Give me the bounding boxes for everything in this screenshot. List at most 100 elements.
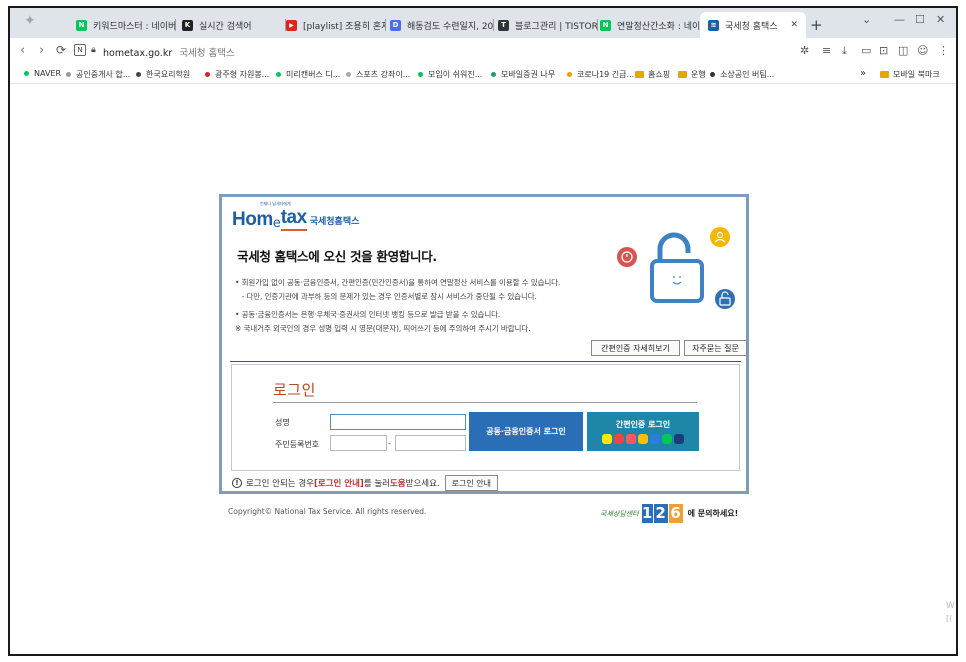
faq-button[interactable]: 자주묻는 질문 — [684, 340, 747, 356]
bookmark-item[interactable]: 코로나19 긴급... — [567, 69, 634, 80]
simple-auth-login-button[interactable]: 간편인증 로그인 — [587, 412, 699, 451]
screenshot-icon[interactable]: ⊡ — [879, 44, 888, 57]
reload-icon[interactable]: ⟳ — [56, 43, 66, 57]
tab-label: 실시간 검색어 — [199, 21, 252, 32]
sidebar-icon[interactable]: ◫ — [898, 44, 908, 57]
bookmark-favicon-icon — [66, 72, 71, 77]
bookmark-item[interactable]: 홈쇼핑 — [635, 69, 670, 80]
tab-hometax-active[interactable]: ≋ 국세청 홈택스 ✕ — [700, 12, 806, 38]
browser-window: ✦ N 키워드마스터 : 네이버 K 실시간 검색어 ▶ [playlist] … — [8, 6, 958, 656]
tab-label: 연말정산간소화 : 네이버 — [617, 21, 700, 32]
bookmark-favicon-icon — [418, 72, 423, 77]
name-input[interactable] — [330, 414, 466, 430]
bookmark-label: 공인중개사 합... — [76, 70, 131, 79]
cert-login-label: 공동·금융인증서 로그인 — [486, 427, 566, 436]
bookmark-label: 모바일증권 나무 — [501, 70, 556, 79]
watermark-w: W — [946, 601, 955, 611]
rrn-front-input[interactable] — [330, 435, 387, 451]
bookmark-item[interactable]: 공인중개사 합... — [66, 69, 130, 80]
payco-icon — [626, 434, 636, 444]
naver-home-icon[interactable]: N — [74, 44, 86, 56]
welcome-heading: 국세청 홈택스에 오신 것을 환영합니다. — [237, 249, 437, 264]
lock-icon: 🔒︎ — [91, 45, 96, 55]
simple-auth-detail-button[interactable]: 간편인증 자세히보기 — [591, 340, 680, 356]
bookmark-label: 코로나19 긴급... — [577, 70, 635, 79]
bookmark-item[interactable]: 한국요리학원 — [136, 69, 190, 80]
doc-icon: D — [390, 19, 401, 31]
section-divider — [230, 361, 741, 362]
notice-line-2: - 다만, 인증기관에 과부하 등의 문제가 있는 경우 인증서별로 잠시 서비… — [237, 292, 537, 301]
notice-line-1: • 회원가입 없이 공동·금융인증서, 간편인증(민간인증서)을 통하여 연말정… — [235, 278, 561, 287]
bookmark-label: 소상공인 버팀... — [720, 70, 775, 79]
menu-icon[interactable]: ⋮ — [938, 44, 949, 57]
bookmark-favicon-icon — [205, 72, 210, 77]
tab-label: 키워드마스터 : 네이버 — [93, 21, 176, 32]
unlock-illustration-icon — [617, 227, 735, 309]
address-bar: ‹ › ⟳ N 🔒︎ hometax.go.kr 국세청 홈택스 ✲ ≡ ⤓ ▭… — [10, 38, 956, 64]
help-highlight-help: 도움 — [389, 479, 406, 489]
hometax-logo[interactable]: 언제나 납세자에게 Hom e tax 국세청홈택스 — [232, 201, 359, 231]
close-tab-icon[interactable]: ✕ — [790, 20, 798, 30]
logo-e: e — [272, 216, 281, 231]
bookmark-favicon-icon — [24, 71, 29, 76]
login-title: 로그인 — [273, 381, 316, 399]
tab-label: 해동검도 수련일지, 202 — [407, 21, 494, 32]
naver-auth-icon — [662, 434, 672, 444]
login-guide-button[interactable]: 로그인 안내 — [444, 475, 498, 491]
tab-6[interactable]: N 연말정산간소화 : 네이버 — [600, 14, 700, 36]
reading-list-icon[interactable]: ≡ — [822, 44, 831, 57]
url-field[interactable]: hometax.go.kr 국세청 홈택스 — [103, 45, 235, 59]
logo-tagline: 언제나 납세자에게 — [260, 201, 291, 206]
help-middle: 를 눌러 — [363, 479, 390, 489]
cert-login-button[interactable]: 공동·금융인증서 로그인 — [469, 412, 583, 451]
pass-icon — [614, 434, 624, 444]
bookmarks-bar: » 모바일 북마크 NAVER 공인중개사 합... 한국요리학원 광주형 자원봉..… — [10, 64, 956, 84]
bookmark-label: 모임이 쉬워진... — [428, 70, 483, 79]
bookmark-item[interactable]: 미리캔버스 디... — [276, 69, 340, 80]
tab-4[interactable]: D 해동검도 수련일지, 202 — [390, 14, 494, 36]
tab-1[interactable]: N 키워드마스터 : 네이버 — [76, 14, 176, 36]
logo-tax: tax — [280, 207, 307, 231]
bookmark-item[interactable]: 모바일증권 나무 — [491, 69, 555, 80]
maximize-button[interactable]: ☐ — [915, 13, 925, 26]
rrn-label: 주민등록번호 — [275, 440, 320, 449]
alert-circle-icon: ! — [232, 478, 242, 488]
bookmark-item[interactable]: 모임이 쉬워진... — [418, 69, 482, 80]
bookmarks-more-icon[interactable]: » — [860, 68, 866, 79]
copyright-text: Copyright© National Tax Service. All rig… — [228, 507, 427, 516]
shinhan-icon — [650, 434, 660, 444]
tab-search-icon[interactable]: ⌄ — [862, 13, 871, 26]
tab-3[interactable]: ▶ [playlist] 조용히 혼자 5 — [286, 14, 386, 36]
bookmark-label: 운행 — [691, 70, 706, 79]
tab-label: 국세청 홈택스 — [725, 21, 778, 32]
forward-icon[interactable]: › — [39, 43, 44, 58]
bookmark-item[interactable]: NAVER — [24, 69, 61, 78]
bookmark-favicon-icon — [491, 72, 496, 77]
bookmark-label: 미리캔버스 디... — [286, 70, 341, 79]
profile-icon[interactable]: ☺ — [917, 44, 928, 57]
call-digit-3: 6 — [668, 504, 683, 523]
tab-bar: ✦ N 키워드마스터 : 네이버 K 실시간 검색어 ▶ [playlist] … — [10, 8, 956, 38]
extension-icon[interactable]: ✲ — [800, 44, 809, 57]
youtube-icon: ▶ — [286, 19, 297, 31]
bookmark-item[interactable]: 운행 — [678, 69, 706, 80]
toss-icon — [674, 434, 684, 444]
bookmark-item[interactable]: 광주형 자원봉... — [205, 69, 269, 80]
naver-icon: N — [76, 19, 87, 31]
back-icon[interactable]: ‹ — [20, 43, 25, 58]
url-text: hometax.go.kr — [103, 48, 173, 59]
hometax-icon: ≋ — [708, 19, 719, 31]
tab-2[interactable]: K 실시간 검색어 — [182, 14, 286, 36]
bookmark-mobile-folder[interactable]: 모바일 북마크 — [880, 69, 940, 80]
cast-icon[interactable]: ▭ — [861, 44, 871, 57]
close-window-button[interactable]: ✕ — [936, 13, 945, 26]
new-tab-button[interactable]: + — [810, 16, 823, 34]
minimize-button[interactable]: — — [894, 13, 905, 26]
rrn-back-input[interactable] — [395, 435, 466, 451]
bookmark-item[interactable]: 소상공인 버팀... — [710, 69, 774, 80]
download-icon[interactable]: ⤓ — [842, 44, 847, 58]
tab-5[interactable]: T 블로그관리 | TISTORY — [498, 14, 598, 36]
folder-icon — [678, 71, 687, 78]
folder-icon — [635, 71, 644, 78]
bookmark-item[interactable]: 스포츠 강좌이... — [346, 69, 410, 80]
